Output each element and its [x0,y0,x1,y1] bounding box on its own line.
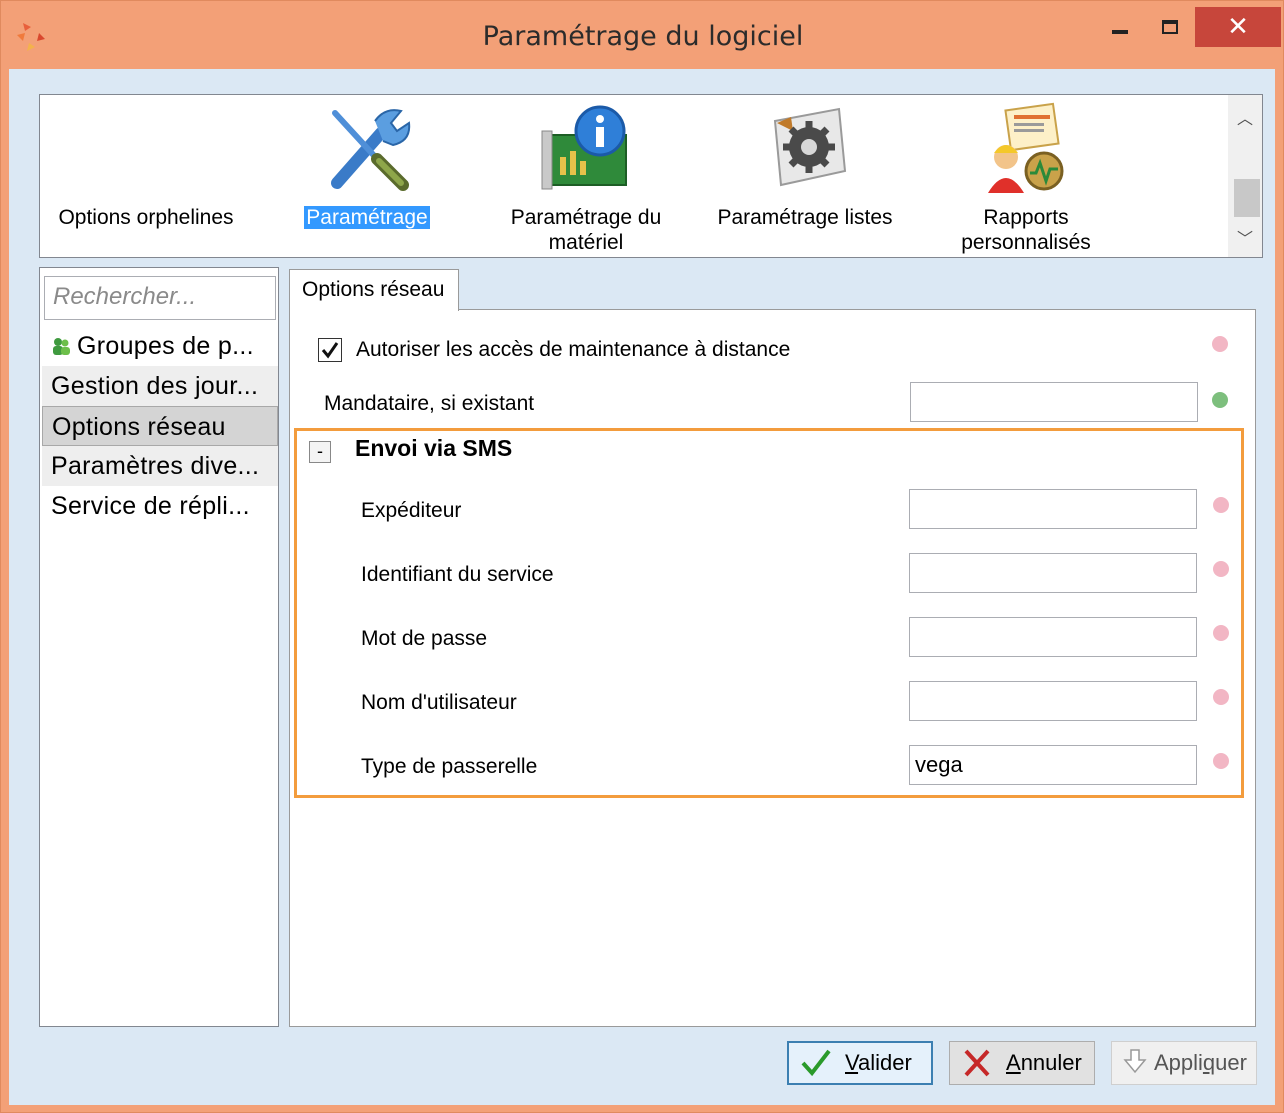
tools-icon [331,109,411,191]
scroll-down-icon[interactable]: ﹀ [1228,225,1262,249]
close-button[interactable]: ✕ [1195,7,1281,47]
toolbar-item-label: Options orphelines [58,206,234,229]
minimize-button[interactable] [1097,7,1143,47]
sender-input[interactable] [909,489,1197,529]
toolbar-item-label: Paramétrage [304,206,430,229]
sms-section: - Envoi via SMS Expéditeur Identifiant d… [294,428,1244,798]
maximize-icon [1162,20,1178,34]
status-dot [1212,336,1228,352]
toolbar-item-parametrage[interactable]: Paramétrage [272,95,462,255]
checkmark-icon [321,342,339,359]
toolbar-item-options-orphelines[interactable]: Options orphelines [46,95,246,255]
settings-window: Paramétrage du logiciel ✕ Options orphel… [0,0,1284,1113]
maximize-button[interactable] [1147,7,1193,47]
password-input[interactable] [909,617,1197,657]
scrollbar-thumb[interactable] [1234,179,1260,217]
proxy-input[interactable] [910,382,1198,422]
hardware-info-icon [541,105,627,190]
nav-item-label: Groupes de p... [77,332,254,360]
nav-item-options-reseau[interactable]: Options réseau [42,406,278,446]
collapse-sms-button[interactable]: - [309,441,331,463]
custom-reports-icon [988,102,1064,193]
search-input[interactable]: Rechercher... [44,276,276,320]
toolbar-item-label: Paramétrage du matériel [510,206,662,254]
section-list: Groupes de p... Gestion des jour... Opti… [42,326,278,526]
gateway-type-label: Type de passerelle [361,755,538,778]
nav-item-label: Paramètres dive... [51,452,260,480]
group-icon [53,338,70,355]
gear-list-icon [773,107,847,187]
scroll-up-icon[interactable]: ︿ [1228,105,1262,129]
ok-button-label: Valider [845,1050,912,1075]
toolbar-item-parametrage-du-materiel[interactable]: Paramétrage du matériel [486,95,686,255]
window-client-area: Options orphelines Paramétrage Paramétra… [9,69,1275,1105]
sms-section-title: Envoi via SMS [355,435,513,461]
status-dot [1213,753,1229,769]
toolbar-scrollbar[interactable]: ︿ ﹀ [1228,95,1262,257]
close-icon: ✕ [1227,12,1249,42]
status-dot [1212,392,1228,408]
nav-item-groupes[interactable]: Groupes de p... [42,326,278,366]
status-dot [1213,625,1229,641]
username-label: Nom d'utilisateur [361,691,517,714]
nav-item-label: Gestion des jour... [51,372,259,400]
cancel-x-icon [964,1049,990,1077]
toolbar-item-label: Rapports personnalisés [961,206,1091,254]
nav-item-parametres-divers[interactable]: Paramètres dive... [42,446,278,486]
remote-maintenance-checkbox[interactable] [318,338,342,362]
cancel-button-label: Annuler [1006,1050,1082,1075]
settings-panel: Autoriser les accès de maintenance à dis… [289,309,1256,1027]
nav-item-gestion-journaux[interactable]: Gestion des jour... [42,366,278,406]
nav-item-label: Options réseau [52,413,226,441]
status-dot [1213,497,1229,513]
sender-label: Expéditeur [361,499,462,522]
service-id-input[interactable] [909,553,1197,593]
toolbar-item-label: Paramétrage listes [717,206,893,229]
nav-item-label: Service de répli... [51,492,250,520]
nav-item-service-replication[interactable]: Service de répli... [42,486,278,526]
section-nav: Rechercher... Groupes de p... Gestion de… [39,267,279,1027]
cancel-button[interactable]: Annuler [949,1041,1095,1085]
password-label: Mot de passe [361,627,488,650]
minimize-icon [1112,30,1128,34]
remote-maintenance-label: Autoriser les accès de maintenance à dis… [356,338,791,361]
gateway-type-input[interactable]: vega [909,745,1197,785]
apply-button[interactable]: Appliquer [1111,1041,1257,1085]
toolbar-item-rapports-personnalises[interactable]: Rapports personnalisés [926,95,1126,255]
service-id-label: Identifiant du service [361,563,554,586]
toolbar-item-parametrage-listes[interactable]: Paramétrage listes [712,95,898,255]
proxy-label: Mandataire, si existant [324,392,535,415]
username-input[interactable] [909,681,1197,721]
window-title: Paramétrage du logiciel [482,21,804,52]
title-bar[interactable]: Paramétrage du logiciel ✕ [1,1,1284,69]
status-dot [1213,689,1229,705]
status-dot [1213,561,1229,577]
tab-options-reseau[interactable]: Options réseau [289,269,459,311]
category-toolbar: Options orphelines Paramétrage Paramétra… [39,94,1263,258]
apply-button-label: Appliquer [1154,1050,1247,1075]
ok-button[interactable]: Valider [787,1041,933,1085]
apply-arrow-icon [1123,1049,1147,1074]
checkmark-icon [801,1049,831,1077]
